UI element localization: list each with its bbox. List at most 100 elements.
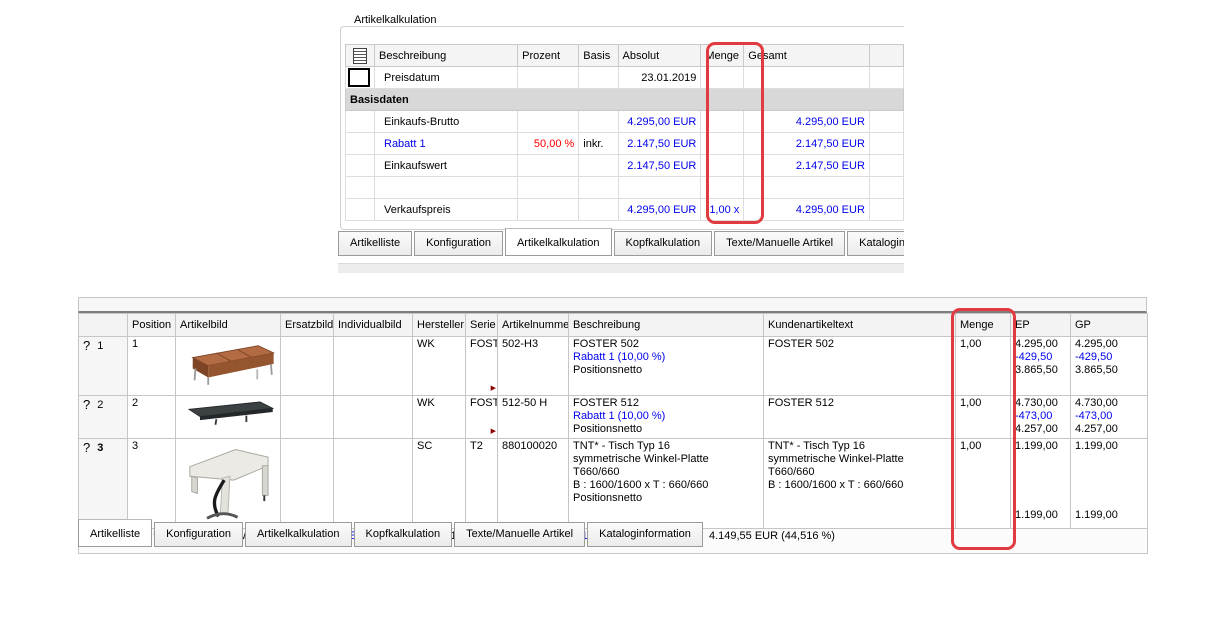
artikelbild-cell[interactable] — [176, 439, 281, 529]
article-row-2[interactable]: ?2 2 WK FOST▶ 512-50 H FOSTER — [79, 396, 1148, 439]
col-beschreibung[interactable]: Beschreibung — [569, 314, 764, 337]
tab-artikelkalkulation[interactable]: Artikelkalkulation — [505, 228, 612, 256]
tab-texte-manuelle-artikel[interactable]: Texte/Manuelle Artikel — [714, 231, 845, 256]
row-einkaufswert[interactable]: Einkaufswert 2.147,50 EUR 2.147,50 EUR — [346, 155, 904, 177]
row-rabatt1[interactable]: Rabatt 1 50,00 % inkr. 2.147,50 EUR 2.14… — [346, 133, 904, 155]
beschreibung-cell[interactable]: TNT* - Tisch Typ 16 symmetrische Winkel-… — [569, 439, 764, 529]
tab-artikelliste[interactable]: Artikelliste — [338, 231, 412, 256]
tab-kataloginformation[interactable]: Kataloginformation — [587, 522, 703, 547]
col-artikelbild[interactable]: Artikelbild — [176, 314, 281, 337]
article-row-1[interactable]: ?1 1 — [79, 337, 1148, 396]
beschreibung-cell[interactable]: FOSTER 502 Rabatt 1 (10,00 %) Positionsn… — [569, 337, 764, 396]
artikelkalkulation-panel: Artikelkalkulation Beschreibung Prozent … — [338, 12, 904, 274]
tab-konfiguration[interactable]: Konfiguration — [154, 522, 243, 547]
serie-cell[interactable]: FOST▶ — [466, 337, 498, 396]
rabatt-prozent[interactable]: 50,00 % — [518, 133, 579, 155]
row-selector[interactable]: ?3 — [79, 439, 128, 529]
individualbild-cell[interactable] — [334, 396, 413, 439]
menge-cell[interactable]: 1,00 — [956, 439, 1011, 529]
artikelbild-cell[interactable] — [176, 337, 281, 396]
gp-rabatt: -429,50 — [1075, 351, 1143, 364]
tab-konfiguration[interactable]: Konfiguration — [414, 231, 503, 256]
col-basis[interactable]: Basis — [579, 45, 618, 67]
artikelbild-cell[interactable] — [176, 396, 281, 439]
col-gp[interactable]: GP — [1071, 314, 1148, 337]
einkaufsbrutto-absolut: 4.295,00 EUR — [618, 111, 701, 133]
artikelnummer-cell: 502-H3 — [498, 337, 569, 396]
kundentext-line: T660/660 — [768, 466, 951, 479]
groupbox-title: Artikelkalkulation — [350, 14, 441, 26]
beschreibung-line: T660/660 — [573, 466, 759, 479]
row-selector[interactable]: ?2 — [79, 396, 128, 439]
kundenartikeltext-cell[interactable]: TNT* - Tisch Typ 16 symmetrische Winkel-… — [764, 439, 956, 529]
menge-cell[interactable]: 1,00 — [956, 396, 1011, 439]
row-preisdatum[interactable]: Preisdatum 23.01.2019 — [346, 67, 904, 89]
individualbild-cell[interactable] — [334, 337, 413, 396]
ersatzbild-cell[interactable] — [281, 337, 334, 396]
individualbild-cell[interactable] — [334, 439, 413, 529]
marge-value: 4.149,55 EUR (44,516 %) — [709, 530, 835, 542]
detail-marker-icon[interactable]: ▶ — [491, 385, 496, 392]
col-ersatzbild[interactable]: Ersatzbild — [281, 314, 334, 337]
detail-marker-icon[interactable]: ▶ — [491, 428, 496, 435]
gp-cell: 4.295,00 -429,50 3.865,50 — [1071, 337, 1148, 396]
color-swatch[interactable] — [348, 68, 370, 87]
positionsnetto-line: Positionsnetto — [573, 492, 759, 505]
article-row-3[interactable]: ?3 3 SC T2 — [79, 439, 1148, 529]
col-menge[interactable]: Menge — [701, 45, 744, 67]
col-absolut[interactable]: Absolut — [618, 45, 701, 67]
gp-rabatt: -473,00 — [1075, 410, 1143, 423]
artikelnummer-cell: 512-50 H — [498, 396, 569, 439]
row-verkaufspreis[interactable]: Verkaufspreis 4.295,00 EUR 1,00 x 4.295,… — [346, 199, 904, 221]
position-cell: 1 — [128, 337, 176, 396]
serie-cell[interactable]: FOST ▶ — [466, 396, 498, 439]
kundentext-line: B : 1600/1600 x T : 660/660 — [768, 479, 951, 492]
gp-netto: 1.199,00 — [1075, 509, 1143, 522]
ep-brutto: 4.730,00 — [1015, 397, 1066, 410]
serie-cell[interactable]: T2 — [466, 439, 498, 529]
ersatzbild-cell[interactable] — [281, 439, 334, 529]
hersteller-cell: SC — [413, 439, 466, 529]
row-selector[interactable]: ?1 — [79, 337, 128, 396]
tab-kopfkalkulation[interactable]: Kopfkalkulation — [614, 231, 713, 256]
kundenartikeltext-cell[interactable]: FOSTER 502 — [764, 337, 956, 396]
col-kundenartikeltext[interactable]: Kundenartikeltext — [764, 314, 956, 337]
artikelnummer-cell: 880100020 — [498, 439, 569, 529]
ersatzbild-cell[interactable] — [281, 396, 334, 439]
rabatt-basis[interactable]: inkr. — [579, 133, 618, 155]
ep-netto: 4.257,00 — [1015, 423, 1066, 436]
verkaufspreis-menge[interactable]: 1,00 x — [701, 199, 744, 221]
row-einkaufs-brutto[interactable]: Einkaufs-Brutto 4.295,00 EUR 4.295,00 EU… — [346, 111, 904, 133]
tab-artikelkalkulation[interactable]: Artikelkalkulation — [245, 522, 352, 547]
tab-kataloginformation[interactable]: Kataloginformation — [847, 231, 904, 256]
beschreibung-cell[interactable]: FOSTER 512 Rabatt 1 (10,00 %) Positionsn… — [569, 396, 764, 439]
col-menge[interactable]: Menge — [956, 314, 1011, 337]
col-individualbild[interactable]: Individualbild — [334, 314, 413, 337]
gp-brutto: 4.295,00 — [1075, 338, 1143, 351]
menge-cell[interactable]: 1,00 — [956, 337, 1011, 396]
bottom-tab-bar: Artikelliste Konfiguration Artikelkalkul… — [78, 522, 705, 547]
tab-kopfkalkulation[interactable]: Kopfkalkulation — [354, 522, 453, 547]
einkaufsbrutto-label: Einkaufs-Brutto — [375, 111, 518, 133]
gp-brutto: 4.730,00 — [1075, 397, 1143, 410]
beschreibung-line: FOSTER 502 — [573, 338, 759, 351]
grid-header-row: Position Artikelbild Ersatzbild Individu… — [79, 314, 1148, 337]
col-hersteller[interactable]: Hersteller — [413, 314, 466, 337]
preisdatum-label: Preisdatum — [375, 67, 518, 89]
hersteller-cell: WK — [413, 337, 466, 396]
beschreibung-line: FOSTER 512 — [573, 397, 759, 410]
col-gesamt[interactable]: Gesamt — [744, 45, 870, 67]
col-prozent[interactable]: Prozent — [518, 45, 579, 67]
serie-value: T2 — [470, 440, 483, 452]
col-ep[interactable]: EP — [1011, 314, 1071, 337]
col-artikelnummer[interactable]: Artikelnummer — [498, 314, 569, 337]
tab-texte-manuelle-artikel[interactable]: Texte/Manuelle Artikel — [454, 522, 585, 547]
kundenartikeltext-cell[interactable]: FOSTER 512 — [764, 396, 956, 439]
serie-value: FOST — [470, 397, 498, 409]
question-marker: ? — [83, 397, 90, 412]
col-beschreibung[interactable]: Beschreibung — [375, 45, 518, 67]
tab-artikelliste[interactable]: Artikelliste — [78, 519, 152, 547]
col-serie[interactable]: Serie — [466, 314, 498, 337]
rabatt-line: Rabatt 1 (10,00 %) — [573, 410, 759, 423]
col-position[interactable]: Position — [128, 314, 176, 337]
